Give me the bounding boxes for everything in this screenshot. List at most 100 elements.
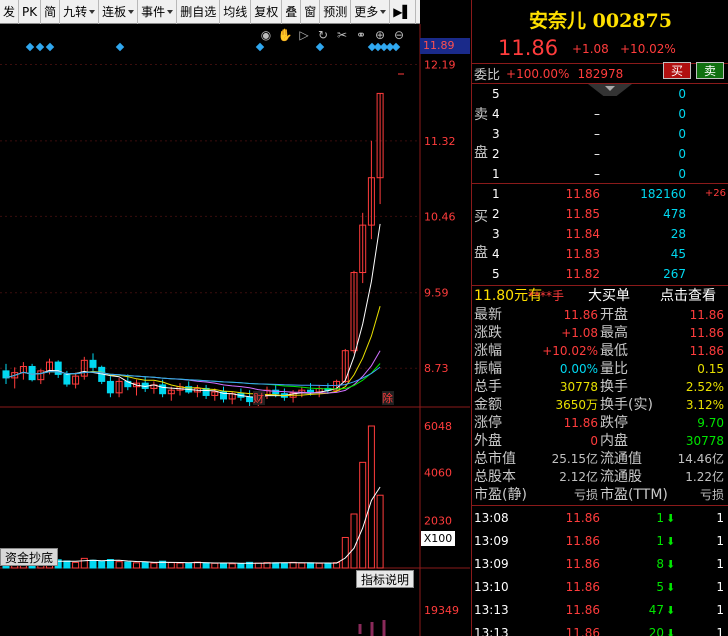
bid-price: 11.85: [565, 207, 600, 221]
stat-value: 14.46亿: [677, 452, 724, 466]
weibi-label: 委比: [474, 68, 501, 83]
toolbar-item[interactable]: 均线: [220, 0, 252, 24]
candle-body: [28, 365, 36, 381]
chart-tools: ◉ ✋ ▷ ↻ ✂ ⚭ ⊕ ⊖: [258, 27, 407, 43]
volume-axis-label: 2030: [424, 514, 452, 527]
zoom-in-icon[interactable]: ⊕: [372, 27, 388, 43]
toolbar-item[interactable]: 事件: [138, 0, 178, 24]
stat-value: 11.86: [689, 308, 724, 322]
ask-volume: 0: [678, 147, 686, 161]
stat-value: 11.86: [563, 308, 598, 322]
event-diamond-icon: [45, 42, 55, 52]
scissors-icon[interactable]: ✂: [334, 27, 350, 43]
volume-bar: [272, 562, 280, 569]
event-marker: 除: [382, 391, 393, 405]
ask-level: 4: [492, 107, 500, 121]
bid-row: 1 11.86 182160 +26: [472, 184, 728, 204]
chart-canvas[interactable]: 12.19 11.32 10.46 9.59 8.73 6048 4060 2030 19349…: [0, 24, 470, 636]
stat-row: 最新 11.86 开盘 11.86: [472, 306, 728, 324]
stat-value: 0: [590, 434, 598, 448]
sell-button[interactable]: 卖: [696, 62, 724, 79]
toolbar-item[interactable]: 发: [0, 0, 20, 24]
stat-value: 亏损: [573, 488, 598, 502]
tick-row: 13:10 11.86 5 1 ⬇: [472, 576, 728, 599]
indicator-tab[interactable]: 资金抄底: [0, 548, 59, 566]
big-order-row[interactable]: 11.80元有 ****手 大买单 点击查看: [472, 286, 728, 306]
stat-label: 量比: [600, 361, 628, 377]
indicator-help-button[interactable]: 指标说明: [356, 570, 414, 588]
stat-label: 跌停: [600, 415, 628, 431]
zoom-out-icon[interactable]: ⊖: [391, 27, 407, 43]
stat-value: 0.00%: [559, 362, 598, 376]
bid-delta: +26: [704, 188, 726, 199]
stat-label: 金额: [474, 397, 502, 413]
tick-volume: 8: [656, 557, 664, 571]
volume-bar: [220, 562, 227, 569]
last-price: 11.86: [498, 36, 559, 60]
stat-row: 外盘 0 内盘 30778: [472, 432, 728, 450]
stat-value: 11.86: [563, 416, 598, 430]
toolbar-item[interactable]: PK: [19, 0, 42, 24]
volume-bar: [359, 461, 367, 569]
kline-chart[interactable]: 12.19 11.32 10.46 9.59 8.73 6048 4060 2030 19349…: [0, 24, 470, 636]
bid-price: 11.84: [565, 227, 600, 241]
toolbar-item[interactable]: 叠: [282, 0, 302, 24]
stat-label: 最新: [474, 307, 502, 323]
stat-label: 内盘: [600, 433, 628, 449]
toolbar-item[interactable]: 九转: [60, 0, 100, 24]
tick-count: 1: [716, 557, 724, 571]
stat-label: 最高: [600, 325, 628, 341]
toolbar-item[interactable]: 窗: [301, 0, 321, 24]
ask-row: 1 – 0: [472, 164, 728, 184]
tick-count: 1: [716, 580, 724, 594]
play-icon[interactable]: ▷: [296, 27, 312, 43]
buy-button[interactable]: 买: [663, 62, 691, 79]
toolbar-item[interactable]: 简: [41, 0, 61, 24]
price-change: +1.08: [572, 42, 609, 56]
price-axis-label: 12.19: [424, 58, 456, 71]
volume-bar: [211, 562, 219, 569]
event-diamond-icon: [255, 42, 265, 52]
toolbar-item[interactable]: 更多: [351, 0, 391, 24]
big-order-view-link[interactable]: 点击查看: [660, 286, 716, 306]
down-arrow-icon: ⬇: [666, 604, 676, 617]
refresh-icon[interactable]: ↻: [315, 27, 331, 43]
tick-count: 1: [716, 603, 724, 617]
toolbar-item[interactable]: 预测: [320, 0, 352, 24]
event-diamond-icon: [35, 42, 45, 52]
stat-value: 1.22亿: [685, 470, 724, 484]
bid-price: 11.83: [565, 247, 600, 261]
toolbar-item[interactable]: 删自选: [177, 0, 221, 24]
tick-time: 13:13: [474, 626, 509, 636]
volume-bar: [115, 561, 123, 569]
ask-price: –: [594, 127, 600, 141]
volume-bar: [254, 562, 262, 569]
ask-volume: 0: [678, 127, 686, 141]
tick-row: 13:13 11.86 47 1 ⬇: [472, 599, 728, 622]
hand-icon[interactable]: ✋: [277, 27, 293, 43]
bid-row: 4 11.83 45: [472, 244, 728, 264]
volume-bar: [376, 494, 384, 569]
big-order-qty: ****手: [528, 289, 565, 303]
down-arrow-icon: ⬇: [666, 558, 676, 571]
volume-bar: [350, 513, 358, 569]
eye-icon[interactable]: ◉: [258, 27, 274, 43]
stat-row: 涨幅 +10.02% 最低 11.86: [472, 342, 728, 360]
stat-row: 涨跌 +1.08 最高 11.86: [472, 324, 728, 342]
volume-bar: [150, 562, 158, 569]
ask-level: 5: [492, 87, 500, 101]
event-diamond-icon: [25, 42, 35, 52]
stat-label: 涨幅: [474, 343, 502, 359]
link-icon[interactable]: ⚭: [353, 27, 369, 43]
toolbar-item[interactable]: 复权: [251, 0, 283, 24]
ask-row: 3 – 0: [472, 124, 728, 144]
down-arrow-icon: ⬇: [666, 581, 676, 594]
toolbar-item[interactable]: 连板: [99, 0, 139, 24]
stat-label: 换手: [600, 379, 628, 395]
tick-time: 13:13: [474, 603, 509, 617]
ask-row: 4 – 0: [472, 104, 728, 124]
candle-body: [159, 384, 167, 395]
bid-level: 5: [492, 267, 500, 281]
volume-bar: [89, 559, 97, 569]
toolbar-item[interactable]: ▶▌: [390, 0, 416, 24]
